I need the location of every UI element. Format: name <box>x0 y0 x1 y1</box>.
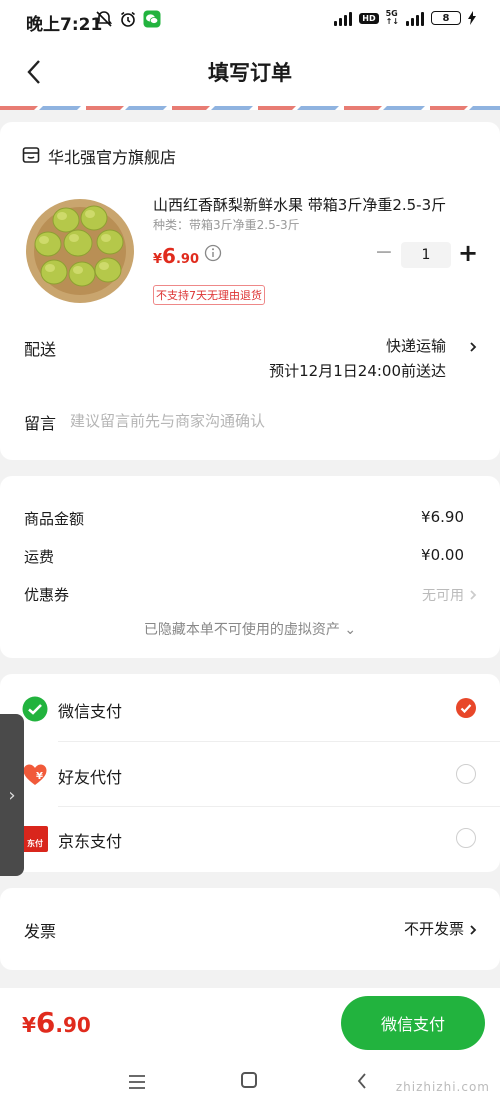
invoice-label: 发票 <box>24 922 57 941</box>
message-input[interactable] <box>70 408 470 434</box>
jd-pay-icon: 东付 <box>22 826 48 852</box>
checkout-bar: ¥6.90 微信支付 zhizhizhi.com <box>0 988 500 1111</box>
side-panel-handle[interactable]: › <box>0 714 24 876</box>
goods-amount-value: ¥6.90 <box>421 508 464 526</box>
quantity-decrease-button[interactable]: − <box>372 242 396 266</box>
payment-label-wechat: 微信支付 <box>58 702 123 721</box>
nav-bar: 填写订单 <box>0 44 500 100</box>
alarm-clock-icon <box>121 11 135 27</box>
radio-jd[interactable] <box>456 828 476 848</box>
address-stripe <box>0 100 500 110</box>
info-icon[interactable] <box>204 244 222 262</box>
svg-text:¥: ¥ <box>36 771 43 782</box>
wechat-notification-icon <box>143 10 161 28</box>
mute-bell-icon <box>95 11 113 27</box>
airmail-stripe-icon <box>0 100 500 110</box>
hidden-assets-toggle[interactable]: 已隐藏本单不可使用的虚拟资产 ⌄ <box>0 619 500 639</box>
submit-payment-button[interactable]: 微信支付 <box>341 996 485 1050</box>
menu-icon[interactable] <box>128 1074 146 1090</box>
delivery-method[interactable]: 快递运输 <box>386 335 446 356</box>
quantity-input[interactable]: 1 <box>401 242 451 268</box>
signal-icon <box>334 10 353 26</box>
message-label: 留言 <box>24 414 57 433</box>
watermark: zhizhizhi.com <box>395 1080 490 1094</box>
wechat-pay-icon <box>22 696 48 722</box>
chevron-right-icon[interactable] <box>468 338 478 356</box>
friend-pay-heart-icon: ¥ <box>23 764 47 785</box>
coupon-value[interactable]: 无可用 <box>422 585 464 605</box>
payment-option-wechat[interactable]: 微信支付 <box>0 676 500 740</box>
coupon-label: 优惠券 <box>24 586 70 604</box>
invoice-value[interactable]: 不开发票 <box>404 918 464 939</box>
total-price: ¥6.90 <box>22 1006 91 1039</box>
product-price: ¥6.90 <box>153 244 199 268</box>
pear-basket-icon <box>24 194 136 306</box>
payment-methods-card: 微信支付 ¥ 好友代付 东付 京东支付 <box>0 674 500 872</box>
shipping-fee-value: ¥0.00 <box>421 546 464 564</box>
chevron-right-icon[interactable] <box>468 921 478 939</box>
network-indicator: 5G ↑↓ <box>385 9 399 26</box>
return-policy-tag: 不支持7天无理由退货 <box>153 285 265 305</box>
product-spec: 种类：带箱3斤净重2.5-3斤 <box>153 218 300 232</box>
status-left-icons <box>95 10 161 28</box>
checkmark-icon <box>460 704 472 714</box>
hd-badge: HD <box>359 12 379 24</box>
status-time: 晚上7:21 <box>26 15 103 35</box>
page-title: 填写订单 <box>208 61 292 85</box>
product-title[interactable]: 山西红香酥梨新鲜水果 带箱3斤净重2.5-3斤 <box>153 194 483 215</box>
shop-name[interactable]: 华北强官方旗舰店 <box>48 144 176 168</box>
goods-amount-label: 商品金额 <box>24 510 85 528</box>
system-back-icon[interactable] <box>356 1072 368 1090</box>
payment-option-jd[interactable]: 东付 京东支付 <box>0 806 500 870</box>
order-items-card: 华北强官方旗舰店 山西红香酥梨新鲜水果 带箱3斤净重2.5-3斤 种类：带箱3斤… <box>0 122 500 460</box>
product-image[interactable] <box>24 194 136 306</box>
chevron-right-icon[interactable] <box>468 587 478 603</box>
payment-option-friend[interactable]: ¥ 好友代付 <box>0 742 500 806</box>
status-bar: 晚上7:21 HD 5G ↑↓ 8 <box>0 0 500 44</box>
delivery-label: 配送 <box>24 340 57 359</box>
store-icon <box>22 147 40 163</box>
radio-wechat-selected[interactable] <box>456 698 476 718</box>
payment-label-jd: 京东支付 <box>58 832 123 851</box>
amount-summary-card: 商品金额 ¥6.90 运费 ¥0.00 优惠券 无可用 已隐藏本单不可使用的虚拟… <box>0 476 500 658</box>
home-icon[interactable] <box>241 1072 257 1088</box>
shipping-fee-label: 运费 <box>24 548 55 566</box>
invoice-card[interactable]: 发票 不开发票 <box>0 888 500 970</box>
battery-icon: 8 <box>431 11 461 25</box>
status-right-icons: HD 5G ↑↓ 8 <box>334 10 476 26</box>
payment-label-friend: 好友代付 <box>58 768 123 787</box>
signal-2-icon <box>406 10 424 26</box>
chevron-right-icon: › <box>8 784 16 806</box>
radio-friend[interactable] <box>456 764 476 784</box>
quantity-increase-button[interactable]: + <box>456 240 480 266</box>
charging-icon <box>468 11 476 25</box>
delivery-eta: 预计12月1日24:00前送达 <box>269 362 446 380</box>
